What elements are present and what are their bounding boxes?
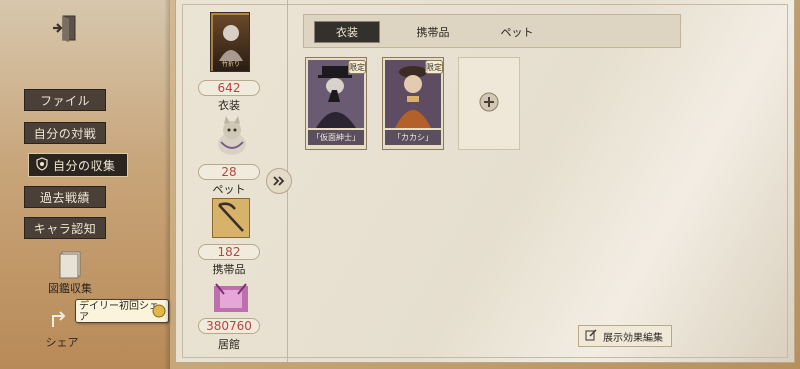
add-costume-slot[interactable] (458, 57, 520, 150)
item-icon[interactable] (212, 198, 250, 238)
daily-share-tooltip-text: デイリー初回シェア (79, 301, 159, 323)
edit-icon (585, 329, 597, 344)
item-label: 携帯品 (212, 263, 246, 276)
expand-button[interactable] (266, 168, 292, 194)
pet-count: 28 (198, 164, 260, 180)
costume-count: 642 (198, 80, 260, 96)
nav-file[interactable]: ファイル (24, 89, 106, 111)
reward-icon (152, 304, 166, 321)
costume-card-name: 「仮面紳士」 (308, 130, 364, 145)
nav-my-collection-label: 自分の収集 (53, 158, 116, 173)
nav-my-matches[interactable]: 自分の対戦 (24, 122, 106, 144)
tab-costume[interactable]: 衣装 (314, 21, 380, 43)
tab-items[interactable]: 携帯品 (402, 21, 464, 43)
nav-file-label: ファイル (39, 93, 90, 108)
tab-costume-label: 衣装 (336, 26, 358, 39)
tab-pets[interactable]: ペット (486, 21, 548, 43)
display-effect-edit-label: 展示効果編集 (603, 332, 663, 344)
costume-card-scarecrow[interactable]: 限定 「カカシ」 (382, 57, 444, 150)
double-chevron-right-icon (272, 172, 286, 191)
daily-share-tooltip: デイリー初回シェア (75, 299, 169, 323)
residence-icon[interactable] (210, 280, 252, 316)
left-sidebar: ファイル 自分の対戦 自分の収集 過去戦績 キャラ認知 図鑑収集 シェア デイリ… (0, 0, 170, 369)
costume-card-name: 「カカシ」 (385, 130, 441, 145)
limited-badge: 限定 (348, 60, 366, 74)
residence-count: 380760 (198, 318, 260, 334)
tab-pets-label: ペット (500, 26, 534, 39)
book-icon (40, 250, 100, 280)
collection-book-button[interactable]: 図鑑収集 (40, 250, 100, 296)
costume-portrait[interactable]: 竹折り (210, 12, 250, 72)
tab-bar: 衣装 携帯品 ペット (303, 14, 681, 48)
residence-label: 居館 (218, 338, 240, 351)
item-count: 182 (198, 244, 260, 260)
pet-icon[interactable] (212, 114, 252, 158)
nav-character-recognition[interactable]: キャラ認知 (24, 217, 106, 239)
nav-my-collection[interactable]: 自分の収集 (28, 153, 128, 177)
costume-label: 衣装 (218, 99, 240, 112)
display-effect-edit-button[interactable]: 展示効果編集 (578, 325, 672, 347)
nav-past-records[interactable]: 過去戦績 (24, 186, 106, 208)
limited-badge: 限定 (425, 60, 443, 74)
share-label: シェア (45, 336, 79, 349)
tab-items-label: 携帯品 (416, 26, 450, 39)
pet-label: ペット (212, 183, 246, 196)
nav-my-matches-label: 自分の対戦 (33, 126, 97, 141)
portrait-tag: 竹折り (221, 61, 240, 68)
plus-circle-icon (479, 92, 499, 116)
nav-past-records-label: 過去戦績 (39, 190, 90, 205)
nav-character-recognition-label: キャラ認知 (33, 221, 97, 236)
shield-icon (35, 156, 49, 174)
costume-card-mask-gentleman[interactable]: 限定 「仮面紳士」 (305, 57, 367, 150)
collection-book-label: 図鑑収集 (48, 282, 92, 295)
exit-door-icon[interactable] (47, 10, 83, 46)
